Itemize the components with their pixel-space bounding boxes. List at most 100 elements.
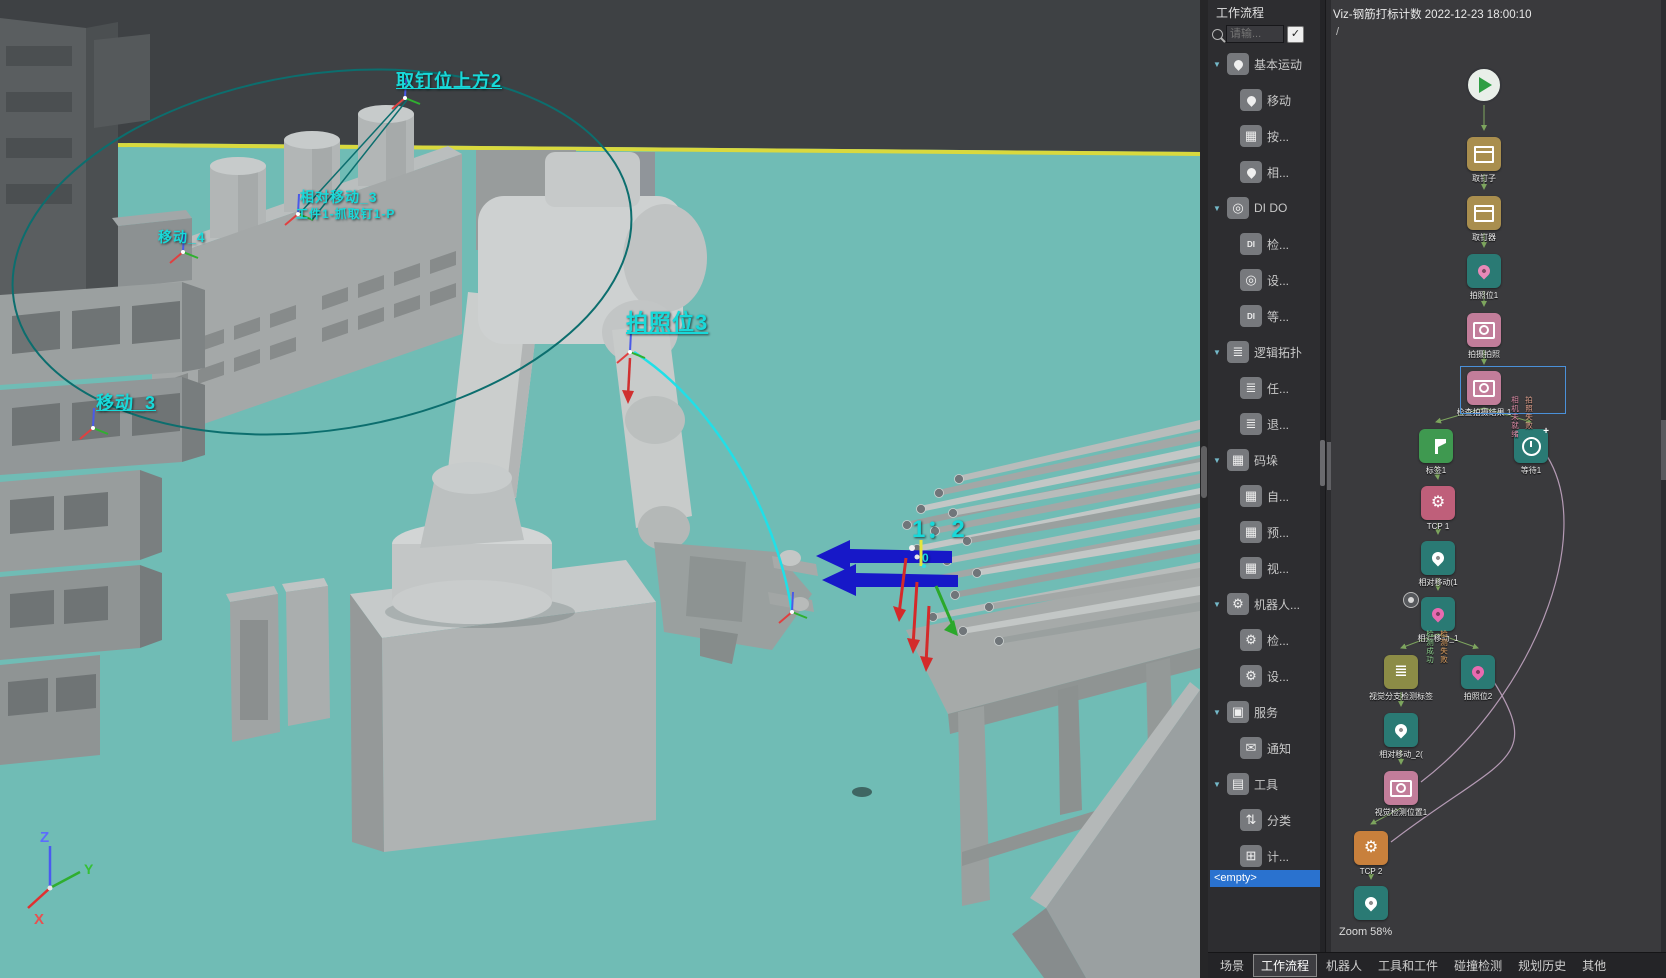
- status-tab[interactable]: 场景: [1213, 955, 1251, 976]
- scrollbar-thumb[interactable]: [1201, 446, 1207, 498]
- library-group[interactable]: ▼≣逻辑拓扑: [1208, 334, 1320, 370]
- library-item[interactable]: ⚙设...: [1208, 658, 1320, 694]
- library-item[interactable]: ⚙检...: [1208, 622, 1320, 658]
- library-item[interactable]: 移动: [1208, 82, 1320, 118]
- pin-icon: [1240, 161, 1262, 183]
- grid-icon: ▦: [1240, 125, 1262, 147]
- collapse-arrow-icon[interactable]: ▼: [1213, 60, 1222, 69]
- box-glyph: [1474, 205, 1494, 222]
- pin-shape: [1232, 58, 1245, 71]
- node-icon: ⚙: [1421, 486, 1455, 520]
- gear-icon: ⚙: [1240, 665, 1262, 687]
- workflow-node[interactable]: +等待1: [1486, 429, 1576, 476]
- search-input[interactable]: [1226, 25, 1284, 43]
- viewport-scrollbar[interactable]: [1200, 0, 1208, 978]
- node-icon: [1421, 597, 1455, 631]
- status-tab[interactable]: 碰撞检测: [1447, 955, 1509, 976]
- library-item[interactable]: ◎设...: [1208, 262, 1320, 298]
- collapse-arrow-icon[interactable]: ▼: [1213, 780, 1222, 789]
- library-item[interactable]: DI等...: [1208, 298, 1320, 334]
- status-tab[interactable]: 其他: [1575, 955, 1613, 976]
- graph-scrollbar-right[interactable]: [1661, 0, 1666, 952]
- pin-shape: [1245, 94, 1258, 107]
- library-item[interactable]: ▦ 预...: [1208, 514, 1320, 550]
- sort-icon: ⇅: [1240, 809, 1262, 831]
- gear-glyph: ⚙: [1364, 840, 1378, 856]
- library-item[interactable]: DI检...: [1208, 226, 1320, 262]
- library-group[interactable]: ▼▤工具: [1208, 766, 1320, 802]
- node-label: TCP 1: [1427, 522, 1450, 531]
- workflow-node[interactable]: 取钉器: [1439, 196, 1529, 243]
- library-item[interactable]: ⊞计...: [1208, 838, 1320, 874]
- workflow-node[interactable]: ⚙TCP 2: [1327, 831, 1416, 876]
- library-item[interactable]: ✉通知: [1208, 730, 1320, 766]
- library-item-label: 预...: [1267, 524, 1289, 541]
- library-group[interactable]: ▼ 基本运动: [1208, 46, 1320, 82]
- library-item-label: 任...: [1267, 380, 1289, 397]
- collapse-arrow-icon[interactable]: ▼: [1213, 708, 1222, 717]
- library-item-label: 通知: [1267, 740, 1291, 757]
- node-badge[interactable]: [1403, 592, 1419, 608]
- gear-glyph: ⚙: [1431, 495, 1445, 511]
- scrollbar-thumb[interactable]: [1661, 420, 1666, 480]
- workflow-node[interactable]: 拍摄拍照: [1439, 313, 1529, 360]
- pallet-icon: ▦: [1240, 521, 1262, 543]
- run-workflow-button[interactable]: [1466, 67, 1502, 103]
- library-group-label: 机器人...: [1254, 596, 1300, 613]
- 3d-viewport[interactable]: Z Y X 取钉位上方2相对移动_3工件1-抓取钉1-P移动_4移动_3拍照位3…: [0, 0, 1200, 978]
- node-label: 视觉分支检测标签: [1369, 691, 1433, 702]
- pallet-boxes[interactable]: [226, 578, 330, 742]
- library-item[interactable]: ▦视...: [1208, 550, 1320, 586]
- case-icon: ▤: [1227, 773, 1249, 795]
- library-scrollbar[interactable]: [1320, 0, 1325, 952]
- graph-scrollbar-left[interactable]: [1327, 0, 1331, 952]
- edge-label: 检测失败: [1440, 630, 1448, 664]
- library-group[interactable]: ▼▦码垛: [1208, 442, 1320, 478]
- filter-checkbox[interactable]: [1287, 26, 1304, 43]
- dio-icon: ◎: [1227, 197, 1249, 219]
- pin-icon: [1227, 53, 1249, 75]
- edge-label: 相机未就绪: [1511, 396, 1519, 439]
- background-wall: [0, 0, 1200, 152]
- library-item[interactable]: ≣退...: [1208, 406, 1320, 442]
- workflow-node[interactable]: 相对移动_2(: [1356, 713, 1446, 760]
- library-group-label: 基本运动: [1254, 56, 1302, 73]
- library-item-label: 分类: [1267, 812, 1291, 829]
- workflow-node[interactable]: [1327, 886, 1416, 922]
- node-label: 相对移动_1: [1418, 633, 1459, 644]
- library-item[interactable]: ▦按...: [1208, 118, 1320, 154]
- library-group[interactable]: ▼▣服务: [1208, 694, 1320, 730]
- node-label: 拍照位2: [1464, 691, 1492, 702]
- node-icon: [1354, 886, 1388, 920]
- workflow-node[interactable]: 标签1: [1391, 429, 1481, 476]
- workflow-node[interactable]: 拍照位1: [1439, 254, 1529, 301]
- library-item[interactable]: ▦自...: [1208, 478, 1320, 514]
- status-tab[interactable]: 工作流程: [1253, 954, 1317, 977]
- collapse-arrow-icon[interactable]: ▼: [1213, 204, 1222, 213]
- library-item[interactable]: ⇅ 分类: [1208, 802, 1320, 838]
- library-group[interactable]: ▼◎DI DO: [1208, 190, 1320, 226]
- library-item[interactable]: ≣任...: [1208, 370, 1320, 406]
- pin-glyph: [1393, 722, 1410, 739]
- library-group[interactable]: ▼⚙机器人...: [1208, 586, 1320, 622]
- status-tab[interactable]: 工具和工件: [1371, 955, 1445, 976]
- node-icon: [1467, 137, 1501, 171]
- workflow-graph-panel[interactable]: 取钉子取钉器拍照位1拍摄拍照检查拍摄结果 1标签1+等待1⚙TCP 1相对移动(…: [1327, 0, 1666, 952]
- node-icon: [1384, 713, 1418, 747]
- workflow-node[interactable]: 相对移动(1: [1393, 541, 1483, 588]
- camera-glyph: [1390, 780, 1412, 797]
- workflow-node[interactable]: ⚙ TCP 1: [1393, 486, 1483, 531]
- workflow-node[interactable]: 取钉子: [1439, 137, 1529, 184]
- workflow-node[interactable]: 视觉检测位置1: [1356, 771, 1446, 818]
- node-label: 相对移动(1: [1418, 577, 1457, 588]
- collapse-arrow-icon[interactable]: ▼: [1213, 348, 1222, 357]
- scrollbar-thumb[interactable]: [1320, 440, 1325, 486]
- collapse-arrow-icon[interactable]: ▼: [1213, 456, 1222, 465]
- status-tab[interactable]: 规划历史: [1511, 955, 1573, 976]
- scrollbar-thumb[interactable]: [1327, 442, 1331, 490]
- status-tab[interactable]: 机器人: [1319, 955, 1369, 976]
- breadcrumb[interactable]: /: [1336, 26, 1339, 38]
- empty-slot[interactable]: <empty>: [1210, 870, 1322, 887]
- collapse-arrow-icon[interactable]: ▼: [1213, 600, 1222, 609]
- library-item[interactable]: 相...: [1208, 154, 1320, 190]
